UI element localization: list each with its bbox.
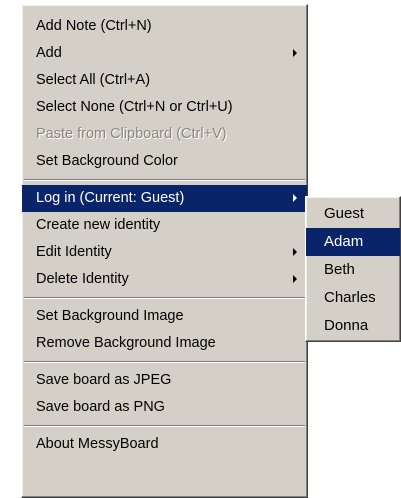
submenu-arrow-icon: [293, 248, 297, 256]
menu-item-create-new-identity[interactable]: Create new identity: [22, 212, 307, 239]
submenu-item-beth[interactable]: Beth: [306, 256, 400, 284]
menu-separator: [22, 293, 307, 303]
menu-item-select-none[interactable]: Select None (Ctrl+N or Ctrl+U): [22, 94, 307, 121]
menu-item-edit-identity[interactable]: Edit Identity: [22, 239, 307, 266]
menu-item-add-note[interactable]: Add Note (Ctrl+N): [22, 13, 307, 40]
submenu-arrow-icon: [293, 275, 297, 283]
submenu-arrow-icon: [293, 194, 297, 202]
menu-item-about[interactable]: About MessyBoard: [22, 431, 307, 458]
menu-item-add-label: Add: [36, 45, 62, 61]
menu-item-set-background-color[interactable]: Set Background Color: [22, 148, 307, 175]
menu-item-log-in-label: Log in (Current: Guest): [36, 190, 185, 206]
menu-item-log-in[interactable]: Log in (Current: Guest): [22, 185, 307, 212]
login-submenu: Guest Adam Beth Charles Donna: [305, 196, 401, 342]
menu-item-paste-from-clipboard: Paste from Clipboard (Ctrl+V): [36, 126, 227, 142]
menu-item-set-background-image[interactable]: Set Background Image: [22, 303, 307, 330]
menu-item-save-jpeg[interactable]: Save board as JPEG: [22, 367, 307, 394]
menu-item-save-png[interactable]: Save board as PNG: [22, 394, 307, 421]
menu-item-select-all[interactable]: Select All (Ctrl+A): [22, 67, 307, 94]
menu-item-remove-background-image[interactable]: Remove Background Image: [22, 330, 307, 357]
submenu-item-charles[interactable]: Charles: [306, 284, 400, 312]
menu-item-add[interactable]: Add: [22, 40, 307, 67]
menu-item-delete-identity-label: Delete Identity: [36, 271, 129, 287]
submenu-arrow-icon: [293, 49, 297, 57]
menu-item-edit-identity-label: Edit Identity: [36, 244, 112, 260]
submenu-item-donna[interactable]: Donna: [306, 312, 400, 340]
menu-separator: [22, 175, 307, 185]
submenu-item-adam[interactable]: Adam: [306, 228, 400, 256]
context-menu: Add Note (Ctrl+N) Add Select All (Ctrl+A…: [21, 4, 308, 498]
submenu-item-guest[interactable]: Guest: [306, 200, 400, 228]
menu-separator: [22, 357, 307, 367]
menu-separator: [22, 421, 307, 431]
menu-item-delete-identity[interactable]: Delete Identity: [22, 266, 307, 293]
